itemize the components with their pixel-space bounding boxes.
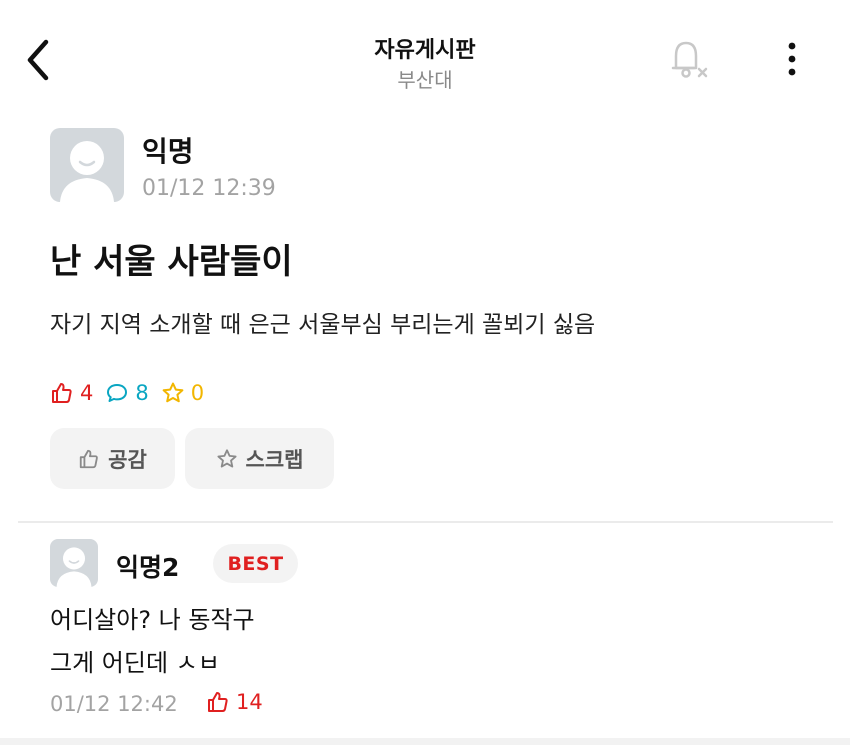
star-icon	[162, 382, 184, 403]
scrap-button-label: 스크랩	[245, 447, 304, 472]
scrap-count-value: 0	[190, 381, 205, 405]
top-bar: 자유게시판 부산대	[0, 0, 850, 110]
post-body: 자기 지역 소개할 때 은근 서울부심 부리는게 꼴뵈기 싫음	[50, 312, 596, 338]
more-vertical-icon	[788, 42, 796, 76]
anonymous-avatar-icon	[56, 547, 92, 587]
scrap-button[interactable]: 스크랩	[185, 428, 334, 489]
post-stats: 4 8 0	[50, 378, 216, 408]
comment-text-line: 그게 어딘데 ㅅㅂ	[50, 649, 220, 677]
bottom-separator	[0, 738, 850, 745]
thumbs-up-icon	[80, 449, 98, 468]
like-button-label: 공감	[108, 447, 147, 472]
star-icon	[216, 448, 237, 468]
best-badge: BEST	[213, 544, 298, 583]
post-detail-screen: 자유게시판 부산대 익명 01/12 12:39 난 서울 사람들이 자기 지역…	[0, 0, 850, 745]
comment-timestamp: 01/12 12:42	[50, 692, 178, 716]
comment-bubble-icon	[107, 384, 128, 402]
notification-toggle-button[interactable]	[664, 36, 714, 86]
comment-text-line: 어디살아? 나 동작구	[50, 606, 255, 634]
thumbs-up-icon	[208, 692, 228, 712]
post-title: 난 서울 사람들이	[50, 242, 293, 282]
comment-count: 8	[105, 381, 149, 405]
like-count: 4	[50, 381, 93, 405]
scrap-count: 0	[161, 381, 204, 405]
post-author-name: 익명	[142, 135, 194, 168]
anonymous-avatar-icon	[60, 141, 114, 202]
like-count-value: 4	[80, 381, 94, 405]
board-subtitle: 부산대	[397, 68, 453, 92]
post-author-avatar	[50, 128, 124, 202]
comment-like-count: 14	[206, 690, 263, 714]
board-title: 자유게시판	[374, 38, 476, 63]
comment-like-count-value: 14	[236, 690, 263, 714]
more-options-button[interactable]	[772, 38, 812, 82]
comment-author-avatar	[50, 539, 98, 587]
bell-off-icon	[671, 41, 708, 78]
like-button[interactable]: 공감	[50, 428, 175, 489]
comment-count-value: 8	[135, 381, 149, 405]
comment-author-name: 익명2	[116, 553, 180, 582]
post-timestamp: 01/12 12:39	[142, 176, 276, 201]
thumbs-up-icon	[52, 383, 72, 403]
section-divider	[18, 521, 833, 523]
